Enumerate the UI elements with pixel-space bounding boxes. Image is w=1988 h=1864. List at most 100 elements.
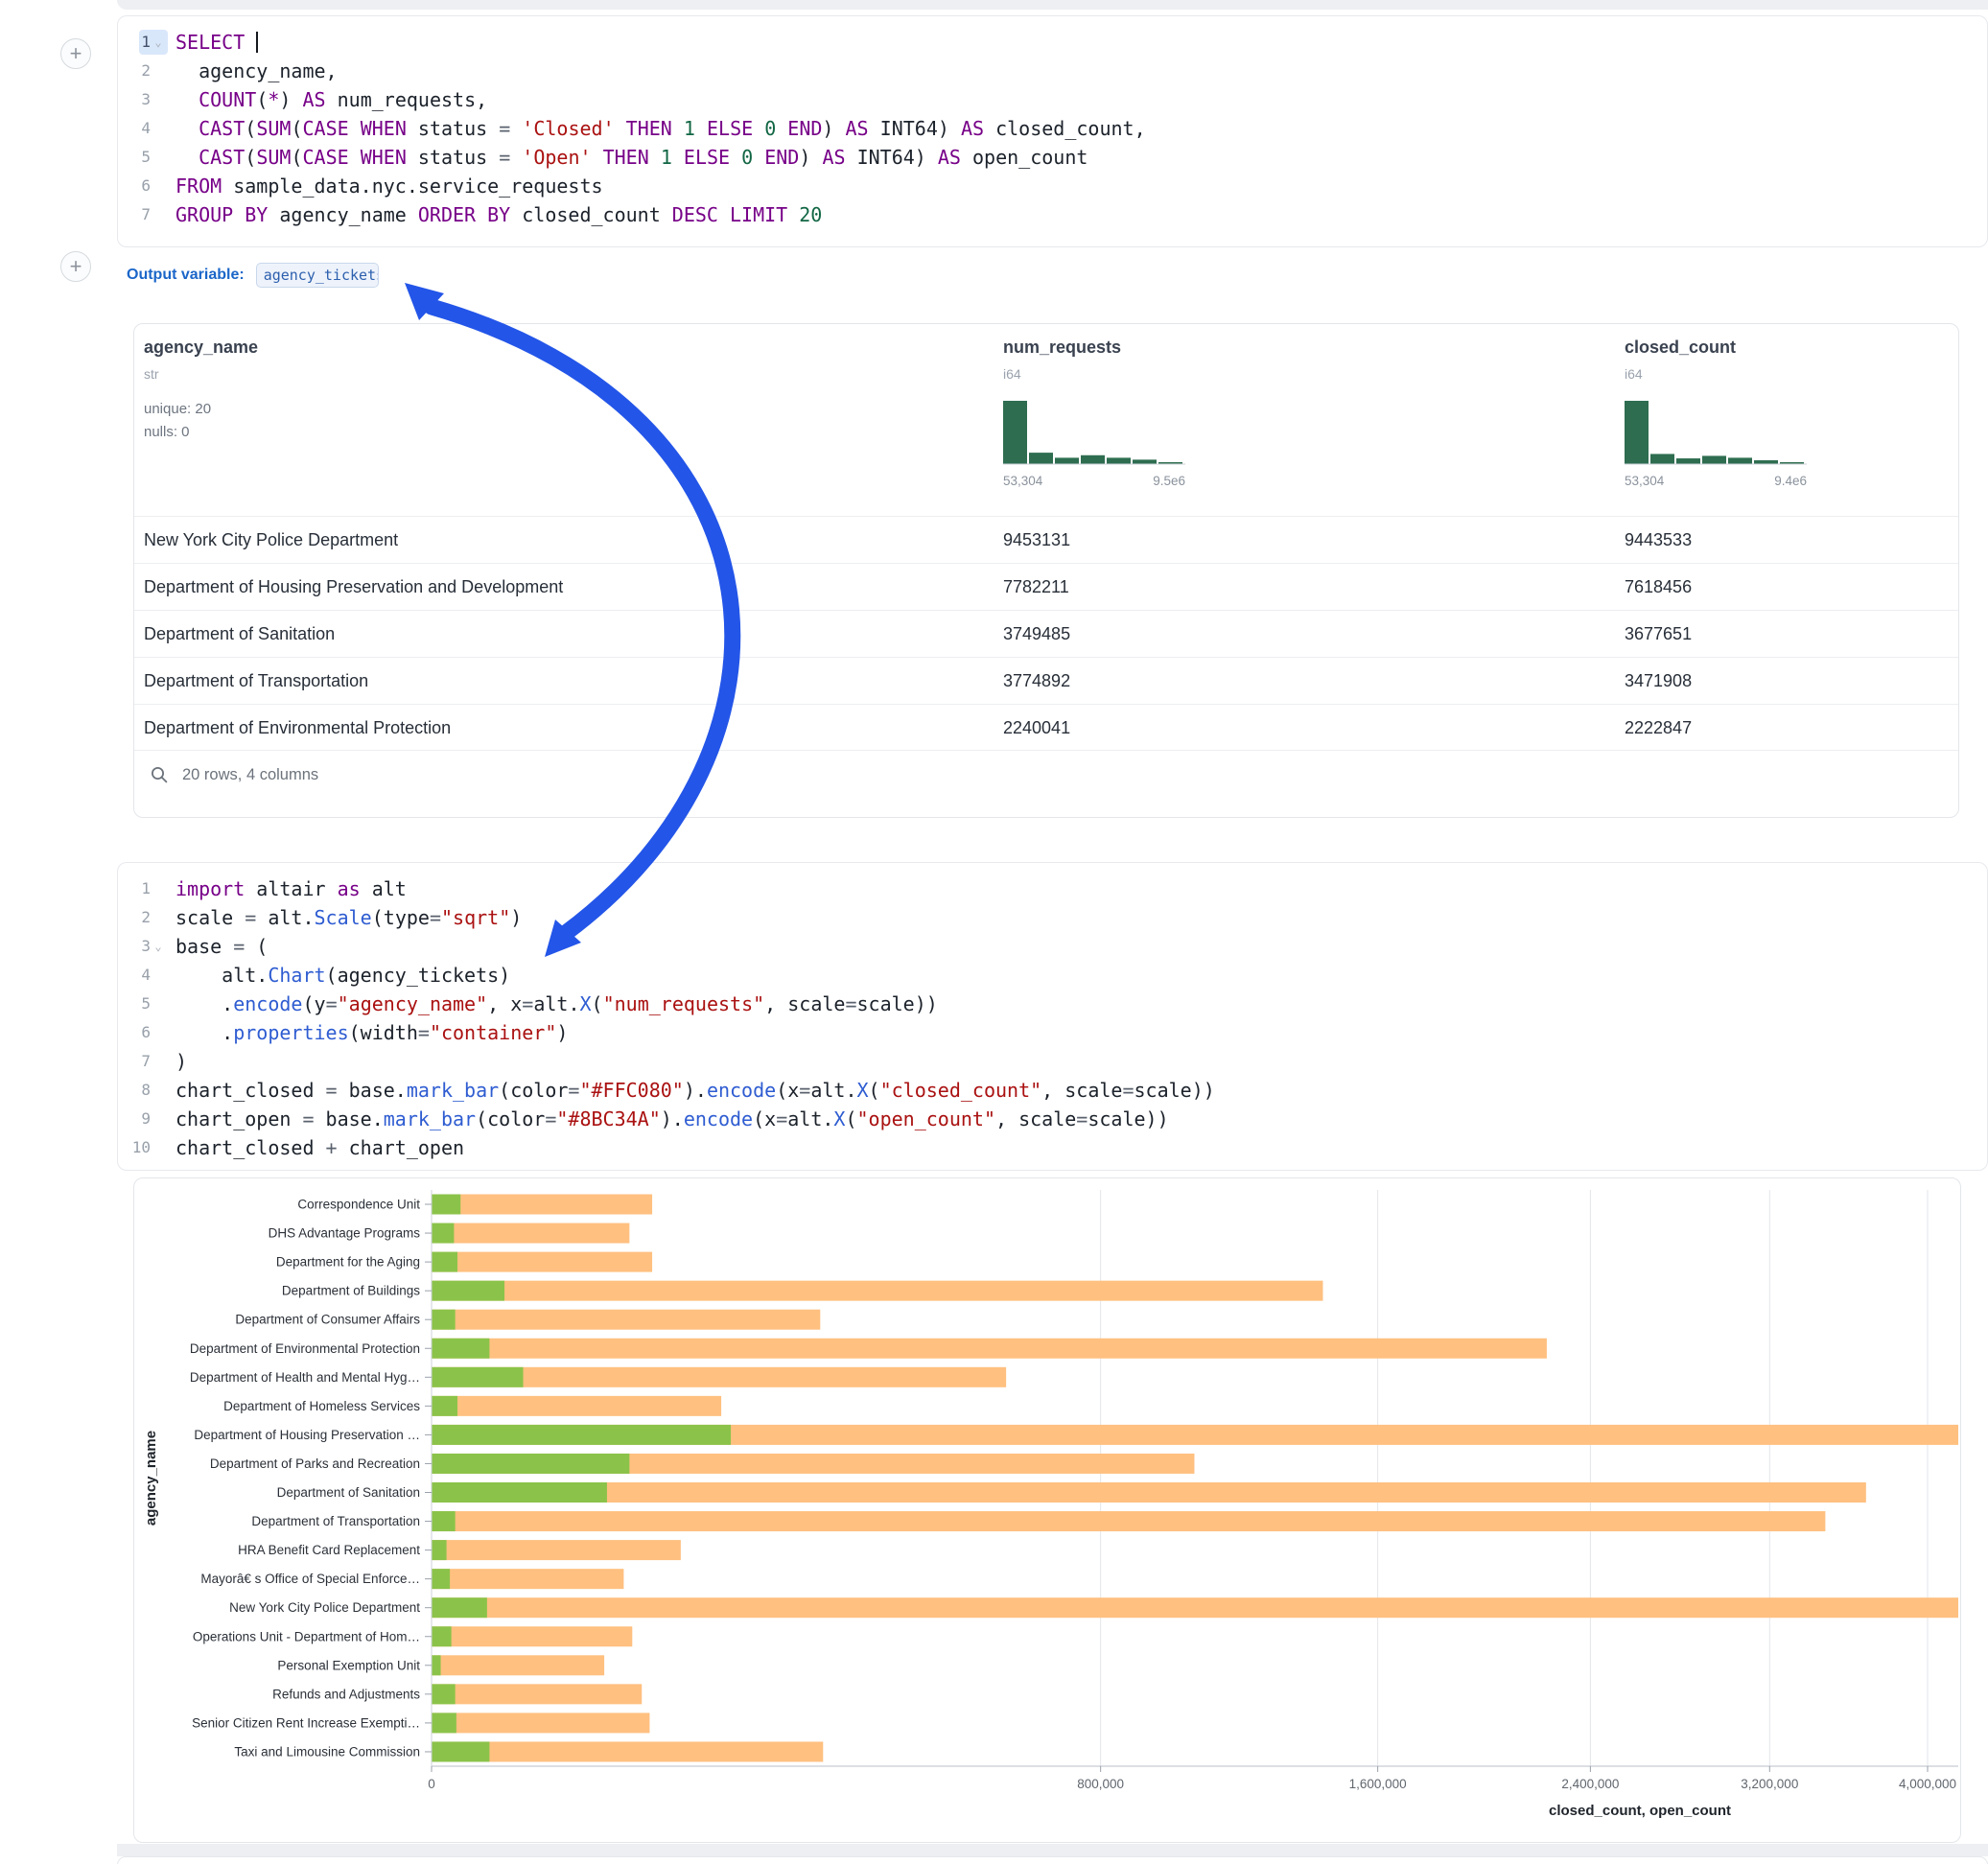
bar-closed-count bbox=[432, 1252, 652, 1272]
code-line[interactable]: 2scale = alt.Scale(type="sqrt") bbox=[124, 903, 1987, 932]
bar-open-count bbox=[432, 1655, 441, 1675]
bar-open-count bbox=[432, 1195, 460, 1215]
code-line[interactable]: 6 .properties(width="container") bbox=[124, 1018, 1987, 1047]
bar-closed-count bbox=[432, 1713, 649, 1733]
column-header[interactable]: agency_name bbox=[144, 338, 258, 358]
code-line[interactable]: 3 COUNT(*) AS num_requests, bbox=[124, 85, 1987, 114]
y-axis-category-label: Mayorâ€ s Office of Special Enforce… bbox=[200, 1572, 420, 1586]
column-header[interactable]: closed_count bbox=[1625, 338, 1736, 358]
line-number-gutter: 8 bbox=[124, 1076, 168, 1105]
table-cell: 7782211 bbox=[1003, 564, 1069, 611]
table-cell: 3471908 bbox=[1625, 658, 1692, 705]
code-line[interactable]: 1⌄SELECT bbox=[124, 28, 1987, 57]
y-axis-category-label: New York City Police Department bbox=[229, 1600, 420, 1615]
svg-text:53,304: 53,304 bbox=[1003, 474, 1043, 488]
line-number: 7 bbox=[141, 200, 151, 229]
y-axis-category-label: Personal Exemption Unit bbox=[277, 1658, 420, 1672]
bar-closed-count bbox=[432, 1655, 604, 1675]
svg-text:53,304: 53,304 bbox=[1625, 474, 1665, 488]
text-cursor bbox=[256, 32, 258, 53]
line-number: 4 bbox=[141, 961, 151, 990]
code-line[interactable]: 9chart_open = base.mark_bar(color="#8BC3… bbox=[124, 1105, 1987, 1133]
code-line[interactable]: 7GROUP BY agency_name ORDER BY closed_co… bbox=[124, 200, 1987, 229]
line-number: 4 bbox=[141, 114, 151, 143]
column-header[interactable]: num_requests bbox=[1003, 338, 1121, 358]
column-stat: nulls: 0 bbox=[144, 424, 190, 440]
line-number-gutter: 3⌄ bbox=[124, 932, 168, 961]
line-number: 6 bbox=[141, 172, 151, 200]
bar-closed-count bbox=[432, 1195, 652, 1215]
code-line[interactable]: 7) bbox=[124, 1047, 1987, 1076]
column-type: str bbox=[144, 366, 159, 382]
line-number: 8 bbox=[141, 1076, 151, 1105]
table-cell: 2222847 bbox=[1625, 705, 1692, 752]
sql-code-editor[interactable]: 1⌄SELECT 2 agency_name,3 COUNT(*) AS num… bbox=[117, 15, 1988, 247]
line-number-gutter: 2 bbox=[124, 57, 168, 85]
line-number: 5 bbox=[141, 143, 151, 172]
line-number-gutter: 7 bbox=[124, 200, 168, 229]
code-line[interactable]: 6FROM sample_data.nyc.service_requests bbox=[124, 172, 1987, 200]
line-number: 10 bbox=[132, 1133, 151, 1162]
code-line[interactable]: 5 .encode(y="agency_name", x=alt.X("num_… bbox=[124, 990, 1987, 1018]
bar-closed-count bbox=[432, 1396, 721, 1416]
code-line[interactable]: 1import altair as alt bbox=[124, 874, 1987, 903]
python-code-editor[interactable]: 1import altair as alt2scale = alt.Scale(… bbox=[117, 862, 1988, 1171]
line-number: 3 bbox=[141, 932, 151, 961]
line-number: 1 bbox=[141, 874, 151, 903]
y-axis-category-label: Senior Citizen Rent Increase Exempti… bbox=[192, 1715, 420, 1730]
table-cell: 3774892 bbox=[1003, 658, 1070, 705]
line-number-gutter: 10 bbox=[124, 1133, 168, 1162]
bar-open-count bbox=[432, 1482, 607, 1503]
code-line[interactable]: 4 CAST(SUM(CASE WHEN status = 'Closed' T… bbox=[124, 114, 1987, 143]
y-axis-category-label: Department of Sanitation bbox=[277, 1485, 420, 1500]
line-number-gutter: 4 bbox=[124, 961, 168, 990]
result-table: 20 rows, 4 columns agency_namestrunique:… bbox=[133, 323, 1959, 818]
line-number: 2 bbox=[141, 57, 151, 85]
line-number-gutter: 7 bbox=[124, 1047, 168, 1076]
line-number-gutter: 4 bbox=[124, 114, 168, 143]
table-row: Department of Sanitation37494853677651 bbox=[134, 610, 1958, 657]
bar-open-count bbox=[432, 1367, 524, 1387]
code-line[interactable]: 2 agency_name, bbox=[124, 57, 1987, 85]
y-axis-category-label: Correspondence Unit bbox=[297, 1198, 420, 1212]
add-cell-button-output[interactable]: + bbox=[60, 251, 91, 282]
table-cell: Department of Transportation bbox=[144, 658, 368, 705]
bar-open-count bbox=[432, 1569, 450, 1589]
bar-closed-count bbox=[432, 1597, 1958, 1618]
add-cell-button-top[interactable]: + bbox=[60, 38, 91, 69]
bar-closed-count bbox=[432, 1626, 632, 1646]
table-cell: 9453131 bbox=[1003, 517, 1070, 564]
line-number-gutter: 1 bbox=[124, 874, 168, 903]
bar-open-count bbox=[432, 1684, 456, 1704]
bar-closed-count bbox=[432, 1223, 629, 1244]
code-line[interactable]: 8chart_closed = base.mark_bar(color="#FF… bbox=[124, 1076, 1987, 1105]
y-axis-category-label: Department of Environmental Protection bbox=[190, 1341, 420, 1356]
svg-text:800,000: 800,000 bbox=[1077, 1777, 1124, 1791]
line-number-gutter: 9 bbox=[124, 1105, 168, 1133]
y-axis-category-label: Department of Consumer Affairs bbox=[235, 1313, 420, 1327]
fold-chevron-icon[interactable]: ⌄ bbox=[151, 932, 166, 961]
code-line[interactable]: 5 CAST(SUM(CASE WHEN status = 'Open' THE… bbox=[124, 143, 1987, 172]
table-cell: New York City Police Department bbox=[144, 517, 398, 564]
y-axis-category-label: Operations Unit - Department of Hom… bbox=[193, 1629, 420, 1643]
output-variable-badge[interactable]: agency_tickets bbox=[256, 263, 379, 288]
bar-open-count bbox=[432, 1626, 452, 1646]
code-line[interactable]: 3⌄base = ( bbox=[124, 932, 1987, 961]
bar-closed-count bbox=[432, 1339, 1547, 1359]
fold-chevron-icon[interactable]: ⌄ bbox=[151, 28, 166, 57]
y-axis-category-label: Department of Parks and Recreation bbox=[210, 1456, 420, 1471]
y-axis-category-label: Department of Health and Mental Hyg… bbox=[190, 1370, 420, 1385]
svg-text:4,000,000: 4,000,000 bbox=[1899, 1777, 1956, 1791]
column-type: i64 bbox=[1625, 366, 1643, 382]
line-number-gutter: 3 bbox=[124, 85, 168, 114]
line-number: 9 bbox=[141, 1105, 151, 1133]
search-icon[interactable] bbox=[150, 765, 169, 784]
table-cell: 9443533 bbox=[1625, 517, 1692, 564]
code-line[interactable]: 4 alt.Chart(agency_tickets) bbox=[124, 961, 1987, 990]
code-line[interactable]: 10chart_closed + chart_open bbox=[124, 1133, 1987, 1162]
altair-chart-output[interactable]: 0800,0001,600,0002,400,0003,200,0004,000… bbox=[133, 1177, 1961, 1843]
line-number: 3 bbox=[141, 85, 151, 114]
table-cell: 7618456 bbox=[1625, 564, 1692, 611]
y-axis-category-label: Taxi and Limousine Commission bbox=[234, 1744, 420, 1759]
bar-closed-count bbox=[432, 1569, 623, 1589]
